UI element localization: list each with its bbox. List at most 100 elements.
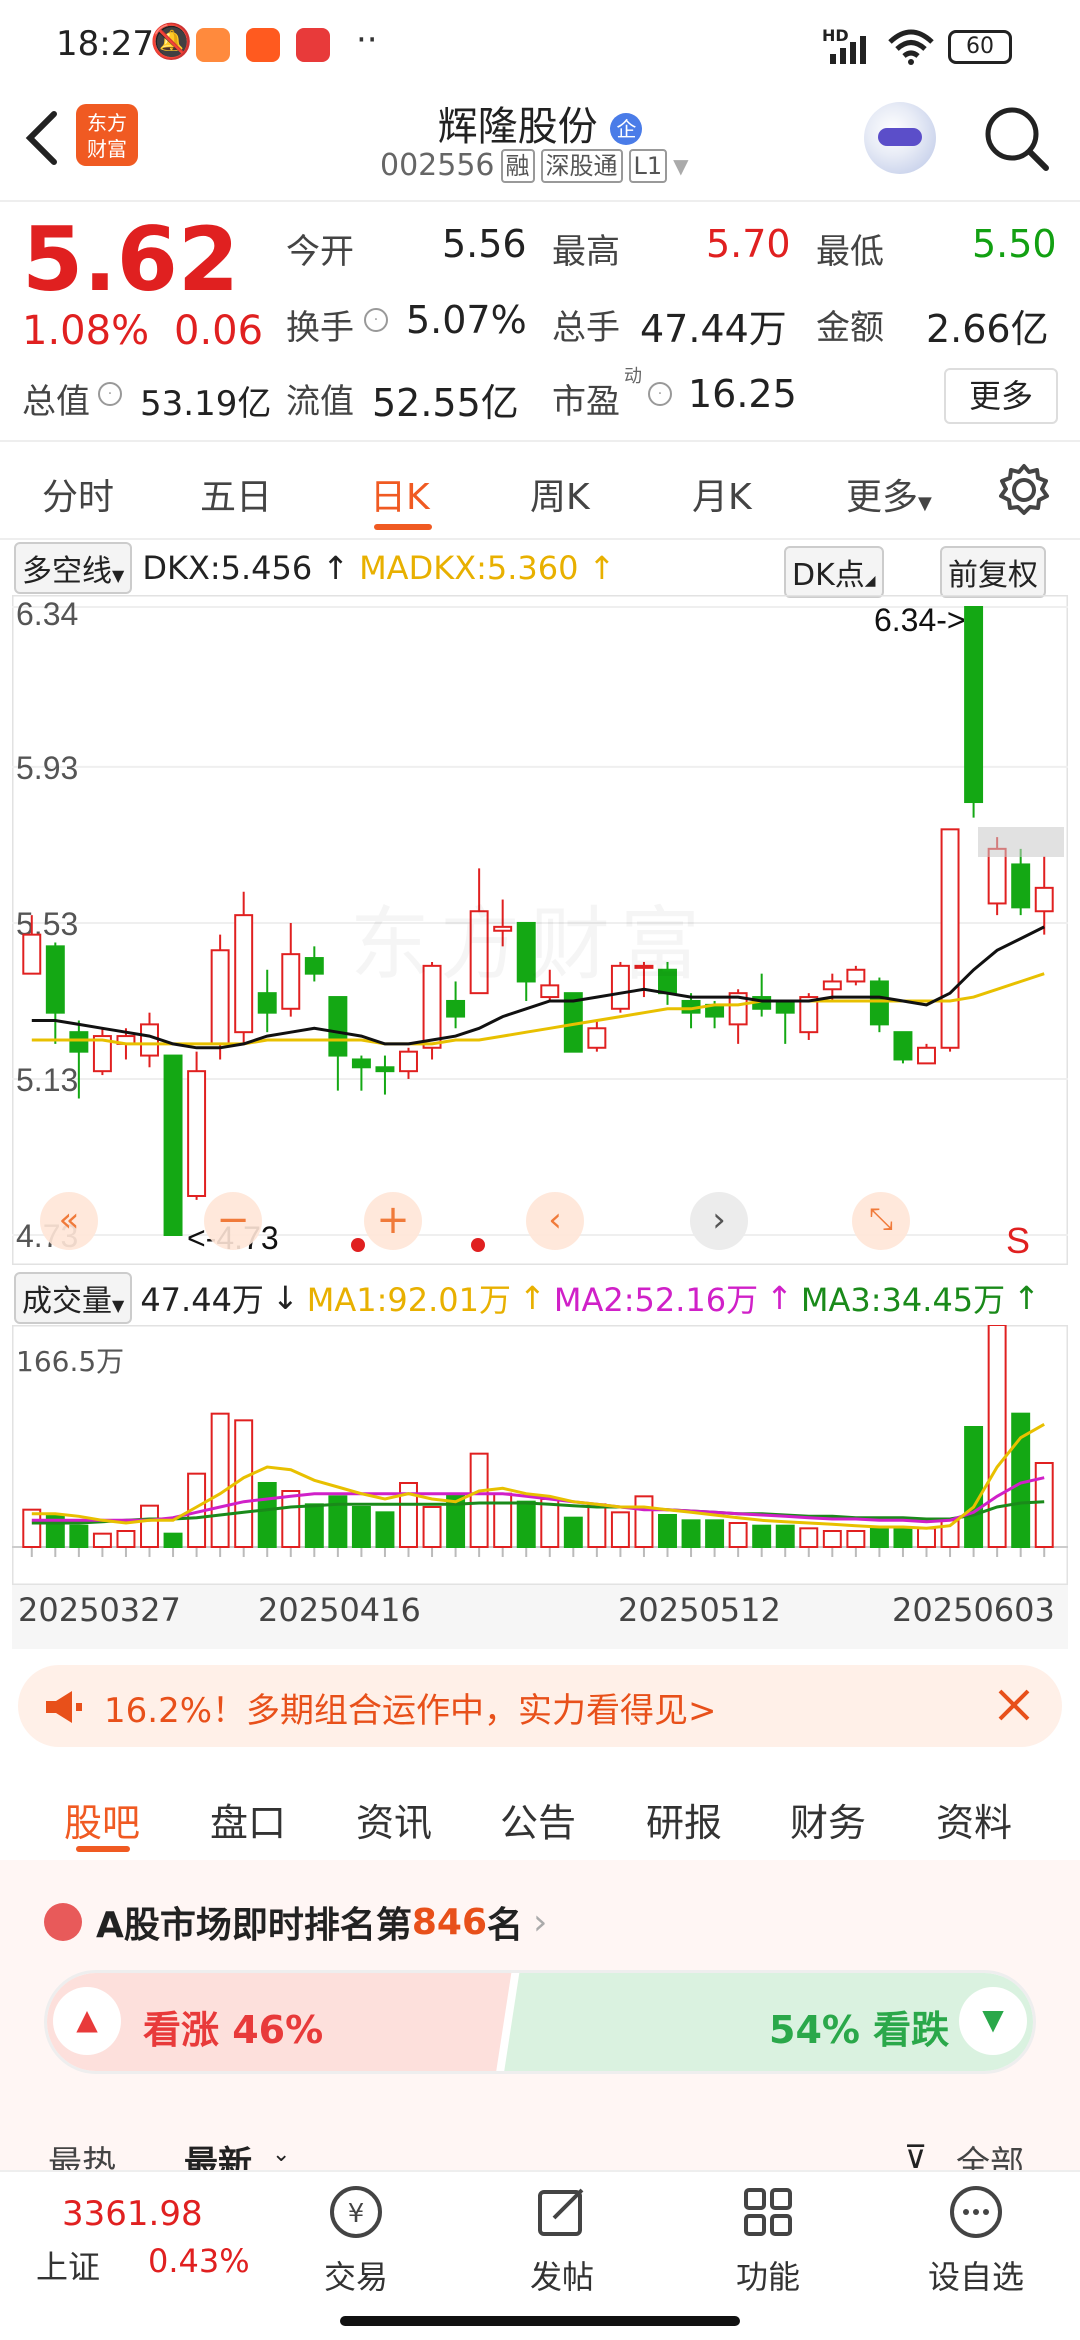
pe-value: 16.25 <box>688 372 797 416</box>
rank-icon <box>44 1903 82 1941</box>
tab-daily-k[interactable]: 日K <box>370 468 430 520</box>
info-icon[interactable]: · <box>648 382 672 406</box>
zoom-out-button[interactable]: − <box>204 1192 262 1250</box>
index-name: 上证 <box>36 2248 101 2286</box>
volume-bar <box>469 1452 489 1549</box>
high-value: 5.70 <box>706 222 791 266</box>
settings-gear-icon[interactable] <box>996 462 1052 518</box>
indicator-selector[interactable]: 多空线▼ <box>14 542 133 594</box>
tab-more[interactable]: 更多▼ <box>846 468 932 520</box>
more-dots-icon <box>950 2186 1002 2238</box>
candle-body <box>964 606 984 804</box>
volume-chart[interactable] <box>12 1325 1068 1585</box>
candle-body <box>446 999 466 1018</box>
nav-watchlist[interactable]: 设自选 <box>916 2182 1036 2298</box>
rank-prefix: A股市场即时排名第 <box>96 1905 412 1946</box>
index-value: 3361.98 <box>62 2194 203 2234</box>
dk-points-button[interactable]: DK点◢ <box>784 546 884 598</box>
amount-label: 金额 <box>816 308 884 348</box>
bull-button[interactable]: ▲ <box>53 1987 121 2055</box>
bear-button[interactable]: ▼ <box>959 1987 1027 2055</box>
search-icon[interactable] <box>980 102 1052 174</box>
date-label: 20250603 <box>892 1591 1055 1629</box>
madkx-value: MADKX:5.360 <box>359 549 579 587</box>
tab-weekly-k[interactable]: 周K <box>530 468 590 520</box>
content-tabs: 股吧 盘口 资讯 公告 研报 财务 资料 <box>0 1770 1080 1860</box>
scroll-left-button[interactable]: ‹ <box>526 1192 584 1250</box>
dropdown-icon: ▼ <box>673 153 689 178</box>
close-icon[interactable] <box>992 1683 1036 1727</box>
volume-bar <box>92 1532 112 1549</box>
date-label: 20250416 <box>258 1591 421 1629</box>
nav-trade[interactable]: ¥ 交易 <box>296 2182 416 2298</box>
tab-orderbook[interactable]: 盘口 <box>210 1792 286 1847</box>
app-notify-icon-3 <box>296 28 330 62</box>
volume-bar <box>69 1524 89 1549</box>
vol-ma1: MA1:92.01万 <box>306 1281 512 1319</box>
app-notify-icon-1 <box>196 28 230 62</box>
volume-bar <box>422 1506 442 1548</box>
stock-code: 002556 <box>380 148 495 183</box>
open-label: 今开 <box>286 232 354 272</box>
candle-body <box>940 828 960 1049</box>
info-icon[interactable]: · <box>364 308 388 332</box>
volume-bar <box>210 1412 230 1548</box>
volume-bar <box>304 1503 324 1548</box>
candle-body <box>140 1023 159 1057</box>
promo-banner[interactable]: 16.2%！多期组合运作中，实力看得见> <box>18 1665 1062 1747</box>
chevron-down-icon: ⌄ <box>272 2142 291 2167</box>
more-quote-button[interactable]: 更多 <box>944 368 1058 424</box>
market-rank[interactable]: A股市场即时排名第 846 名 › <box>44 1896 547 1948</box>
wifi-icon <box>888 29 934 65</box>
volume-bar <box>917 1527 936 1548</box>
mute-icon: 🔕 <box>150 22 193 62</box>
vol-ma2-arrow-icon: ↑ <box>766 1279 793 1317</box>
tab-monthly-k[interactable]: 月K <box>692 468 752 520</box>
price-adjust-button[interactable]: 前复权 <box>940 546 1046 598</box>
volume-bar <box>658 1514 677 1548</box>
zoom-out-fast-button[interactable]: « <box>40 1192 98 1250</box>
nav-post-label: 发帖 <box>529 2258 594 2296</box>
tab-announcements[interactable]: 公告 <box>500 1792 576 1847</box>
pe-sup: 动 <box>624 366 642 387</box>
active-tab-indicator <box>374 524 432 530</box>
volume-bar <box>775 1524 795 1549</box>
stock-header: 东方财富 辉隆股份 企 002556 融 深股通 L1 ▼ <box>0 90 1080 200</box>
stock-code-line[interactable]: 002556 融 深股通 L1 ▼ <box>380 148 689 183</box>
index-ticker[interactable]: 3361.98 上证 0.43% <box>30 2194 260 2294</box>
watermark: 东方财富 <box>350 880 710 996</box>
volume-bar <box>587 1503 607 1548</box>
scroll-right-button[interactable]: › <box>690 1192 748 1250</box>
volume-bar <box>116 1530 136 1548</box>
fullscreen-button[interactable]: ⤡ <box>852 1192 910 1250</box>
open-value: 5.56 <box>442 222 527 266</box>
tab-forum[interactable]: 股吧 <box>64 1792 140 1847</box>
robot-avatar[interactable] <box>864 102 936 174</box>
info-icon[interactable]: · <box>98 382 122 406</box>
volume-bar <box>234 1419 254 1548</box>
volume-indicator-bar: 成交量▼ 47.44万 ↓ MA1:92.01万 ↑ MA2:52.16万 ↑ … <box>14 1272 1068 1324</box>
nav-post[interactable]: 发帖 <box>502 2182 622 2298</box>
tab-profile[interactable]: 资料 <box>936 1792 1012 1847</box>
nav-functions[interactable]: 功能 <box>708 2182 828 2298</box>
tab-news[interactable]: 资讯 <box>356 1792 432 1847</box>
vol-ma3-arrow-icon: ↑ <box>1013 1279 1040 1317</box>
candle-body <box>328 996 348 1057</box>
tab-five-day[interactable]: 五日 <box>200 468 272 520</box>
promo-text: 16.2%！多期组合运作中，实力看得见> <box>104 1691 717 1731</box>
float-label: 流值 <box>286 382 354 422</box>
volume-bar <box>610 1511 630 1548</box>
volume-bar <box>634 1495 654 1548</box>
tab-research[interactable]: 研报 <box>646 1792 722 1847</box>
candle-body <box>399 1050 418 1073</box>
tab-finance[interactable]: 财务 <box>790 1792 866 1847</box>
volume-bar <box>752 1524 772 1549</box>
volume-bar <box>893 1527 913 1548</box>
volume-selector[interactable]: 成交量▼ <box>14 1272 133 1324</box>
volume-bar <box>257 1482 277 1548</box>
active-tab-indicator <box>76 1846 130 1852</box>
mktcap-label: 总值 <box>22 382 90 422</box>
date-label: 20250327 <box>18 1591 181 1629</box>
tab-intraday[interactable]: 分时 <box>42 468 114 520</box>
zoom-in-button[interactable]: + <box>364 1192 422 1250</box>
